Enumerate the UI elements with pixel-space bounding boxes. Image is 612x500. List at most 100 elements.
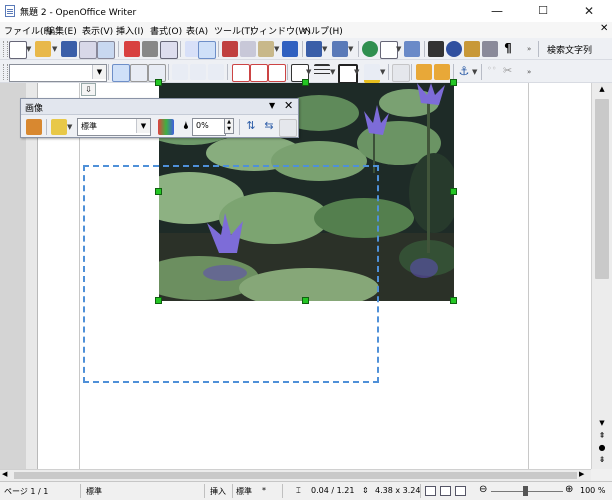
wand-icon[interactable] bbox=[51, 119, 67, 135]
maximize-button[interactable]: ☐ bbox=[520, 0, 566, 22]
chevron-down-icon[interactable]: ▼ bbox=[67, 123, 72, 131]
save-icon[interactable] bbox=[61, 41, 77, 57]
line-style-icon[interactable] bbox=[314, 64, 330, 80]
clone-formatting-icon[interactable] bbox=[282, 41, 298, 57]
close-button[interactable]: ✕ bbox=[566, 0, 612, 22]
transparency-input[interactable]: 0% bbox=[192, 118, 226, 136]
chevron-down-icon[interactable]: ▼ bbox=[472, 68, 477, 76]
zoom-level[interactable]: 100 % bbox=[580, 486, 605, 495]
find-replace-icon[interactable] bbox=[428, 41, 444, 57]
toolbar-gripper[interactable] bbox=[3, 64, 8, 80]
export-pdf-icon[interactable] bbox=[124, 41, 140, 57]
align-center-icon[interactable] bbox=[190, 64, 206, 80]
align-top-icon[interactable] bbox=[232, 64, 250, 82]
chevron-down-icon[interactable]: ▼ bbox=[136, 119, 150, 133]
chevron-down-icon[interactable]: ▼ bbox=[92, 65, 106, 79]
transparency-spin[interactable]: ▲ ▼ bbox=[224, 118, 234, 134]
print-icon[interactable] bbox=[142, 41, 158, 57]
resize-handle-bottom[interactable] bbox=[302, 297, 309, 304]
scroll-left-icon[interactable]: ◀ bbox=[2, 470, 14, 481]
resize-handle-top[interactable] bbox=[302, 79, 309, 86]
open-folder-icon[interactable] bbox=[35, 41, 51, 57]
previous-page-icon[interactable]: ⇞ bbox=[594, 431, 610, 443]
resize-handle-bottom-right[interactable] bbox=[450, 297, 457, 304]
anchor-icon[interactable]: ⚓ bbox=[456, 64, 472, 80]
new-document-icon[interactable] bbox=[9, 41, 27, 59]
align-left-icon[interactable] bbox=[172, 64, 188, 80]
scroll-down-icon[interactable]: ▼ bbox=[594, 419, 610, 431]
align-right-icon[interactable] bbox=[208, 64, 224, 80]
print-preview-icon[interactable] bbox=[160, 41, 178, 59]
horizontal-scrollbar[interactable]: ◀ ▶ bbox=[0, 469, 591, 481]
edit-file-icon[interactable] bbox=[97, 41, 115, 59]
close-document-icon[interactable]: ✕ bbox=[600, 23, 608, 34]
chevron-down-icon[interactable]: ▼ bbox=[52, 45, 57, 53]
chevron-down-icon[interactable]: ▼ bbox=[348, 45, 353, 53]
image-filter-icon[interactable] bbox=[26, 119, 42, 135]
navigator-icon[interactable] bbox=[446, 41, 462, 57]
paste-icon[interactable] bbox=[258, 41, 274, 57]
scroll-up-icon[interactable]: ▲ bbox=[594, 85, 610, 97]
gallery-icon[interactable] bbox=[464, 41, 480, 57]
vertical-scrollbar[interactable]: ▲ ▼ ⇞ ● ⇟ bbox=[591, 83, 612, 469]
background-color-icon[interactable] bbox=[364, 64, 380, 83]
menu-tools[interactable]: ツール(T) bbox=[214, 24, 254, 37]
align-bottom-icon[interactable] bbox=[268, 64, 286, 82]
insert-mode[interactable]: 挿入 bbox=[210, 486, 226, 497]
bring-to-front-icon[interactable] bbox=[416, 64, 432, 80]
book-view-icon[interactable] bbox=[455, 486, 466, 496]
single-page-view-icon[interactable] bbox=[425, 486, 436, 496]
text-frame[interactable] bbox=[83, 165, 379, 383]
graphics-mode-combo[interactable]: 標準 ▼ bbox=[77, 118, 151, 136]
chevron-down-icon[interactable]: ▼ bbox=[322, 45, 327, 53]
menu-view[interactable]: 表示(V) bbox=[82, 24, 113, 37]
page-indicator[interactable]: ページ 1 / 1 bbox=[4, 486, 48, 497]
hyperlink-icon[interactable] bbox=[362, 41, 378, 57]
chevron-down-icon[interactable]: ▼ bbox=[354, 68, 359, 76]
resize-handle-left[interactable] bbox=[155, 188, 162, 195]
page-style[interactable]: 標準 bbox=[86, 486, 102, 497]
scrollbar-thumb[interactable] bbox=[595, 99, 609, 279]
scrollbar-thumb[interactable] bbox=[14, 472, 577, 479]
flip-vertical-icon[interactable]: ⇅ bbox=[243, 119, 259, 135]
copy-icon[interactable] bbox=[240, 41, 256, 57]
menu-edit[interactable]: 編集(E) bbox=[46, 24, 77, 37]
chevron-down-icon[interactable]: ▼ bbox=[274, 45, 279, 53]
menu-insert[interactable]: 挿入(I) bbox=[116, 24, 144, 37]
scroll-right-icon[interactable]: ▶ bbox=[579, 470, 591, 481]
chevron-down-icon[interactable]: ▼ bbox=[380, 68, 385, 76]
chevron-down-icon[interactable]: ▼ bbox=[396, 45, 401, 53]
align-middle-icon[interactable] bbox=[250, 64, 268, 82]
send-to-back-icon[interactable] bbox=[434, 64, 450, 80]
flip-horizontal-icon[interactable]: ⇆ bbox=[261, 119, 277, 135]
resize-handle-top-left[interactable] bbox=[155, 79, 162, 86]
cut-icon[interactable] bbox=[222, 41, 238, 57]
undo-icon[interactable] bbox=[306, 41, 322, 57]
toolbar-menu-icon[interactable]: ▼ bbox=[269, 101, 275, 110]
chevron-down-icon[interactable]: ▼ bbox=[306, 68, 311, 76]
next-page-icon[interactable]: ⇟ bbox=[594, 455, 610, 467]
redo-icon[interactable] bbox=[332, 41, 348, 57]
color-adjust-icon[interactable] bbox=[158, 119, 174, 135]
zoom-slider-thumb[interactable] bbox=[523, 486, 528, 496]
resize-handle-bottom-left[interactable] bbox=[155, 297, 162, 304]
selection-mode[interactable]: 標準 bbox=[236, 486, 252, 497]
resize-handle-right[interactable] bbox=[450, 188, 457, 195]
data-sources-icon[interactable] bbox=[482, 41, 498, 57]
zoom-out-icon[interactable]: ⊖ bbox=[479, 484, 487, 495]
menu-help[interactable]: ヘルプ(H) bbox=[302, 24, 343, 37]
show-draw-functions-icon[interactable] bbox=[404, 41, 420, 57]
paragraph-style-combo[interactable]: ▼ bbox=[9, 64, 107, 82]
menu-file[interactable]: ファイル(F) bbox=[4, 24, 52, 37]
wrap-off-icon[interactable] bbox=[112, 64, 130, 82]
auto-spellcheck-icon[interactable] bbox=[198, 41, 216, 59]
formatting-marks-icon[interactable]: ¶ bbox=[500, 41, 516, 57]
minimize-button[interactable]: — bbox=[474, 0, 520, 22]
email-icon[interactable] bbox=[79, 41, 97, 59]
navigation-icon[interactable]: ● bbox=[594, 443, 610, 455]
page-wrap-icon[interactable] bbox=[130, 64, 148, 82]
image-toolbar-header[interactable]: 画像 ▼ ✕ bbox=[21, 99, 298, 115]
menu-format[interactable]: 書式(O) bbox=[150, 24, 182, 37]
multi-page-view-icon[interactable] bbox=[440, 486, 451, 496]
close-icon[interactable]: ✕ bbox=[284, 99, 293, 112]
